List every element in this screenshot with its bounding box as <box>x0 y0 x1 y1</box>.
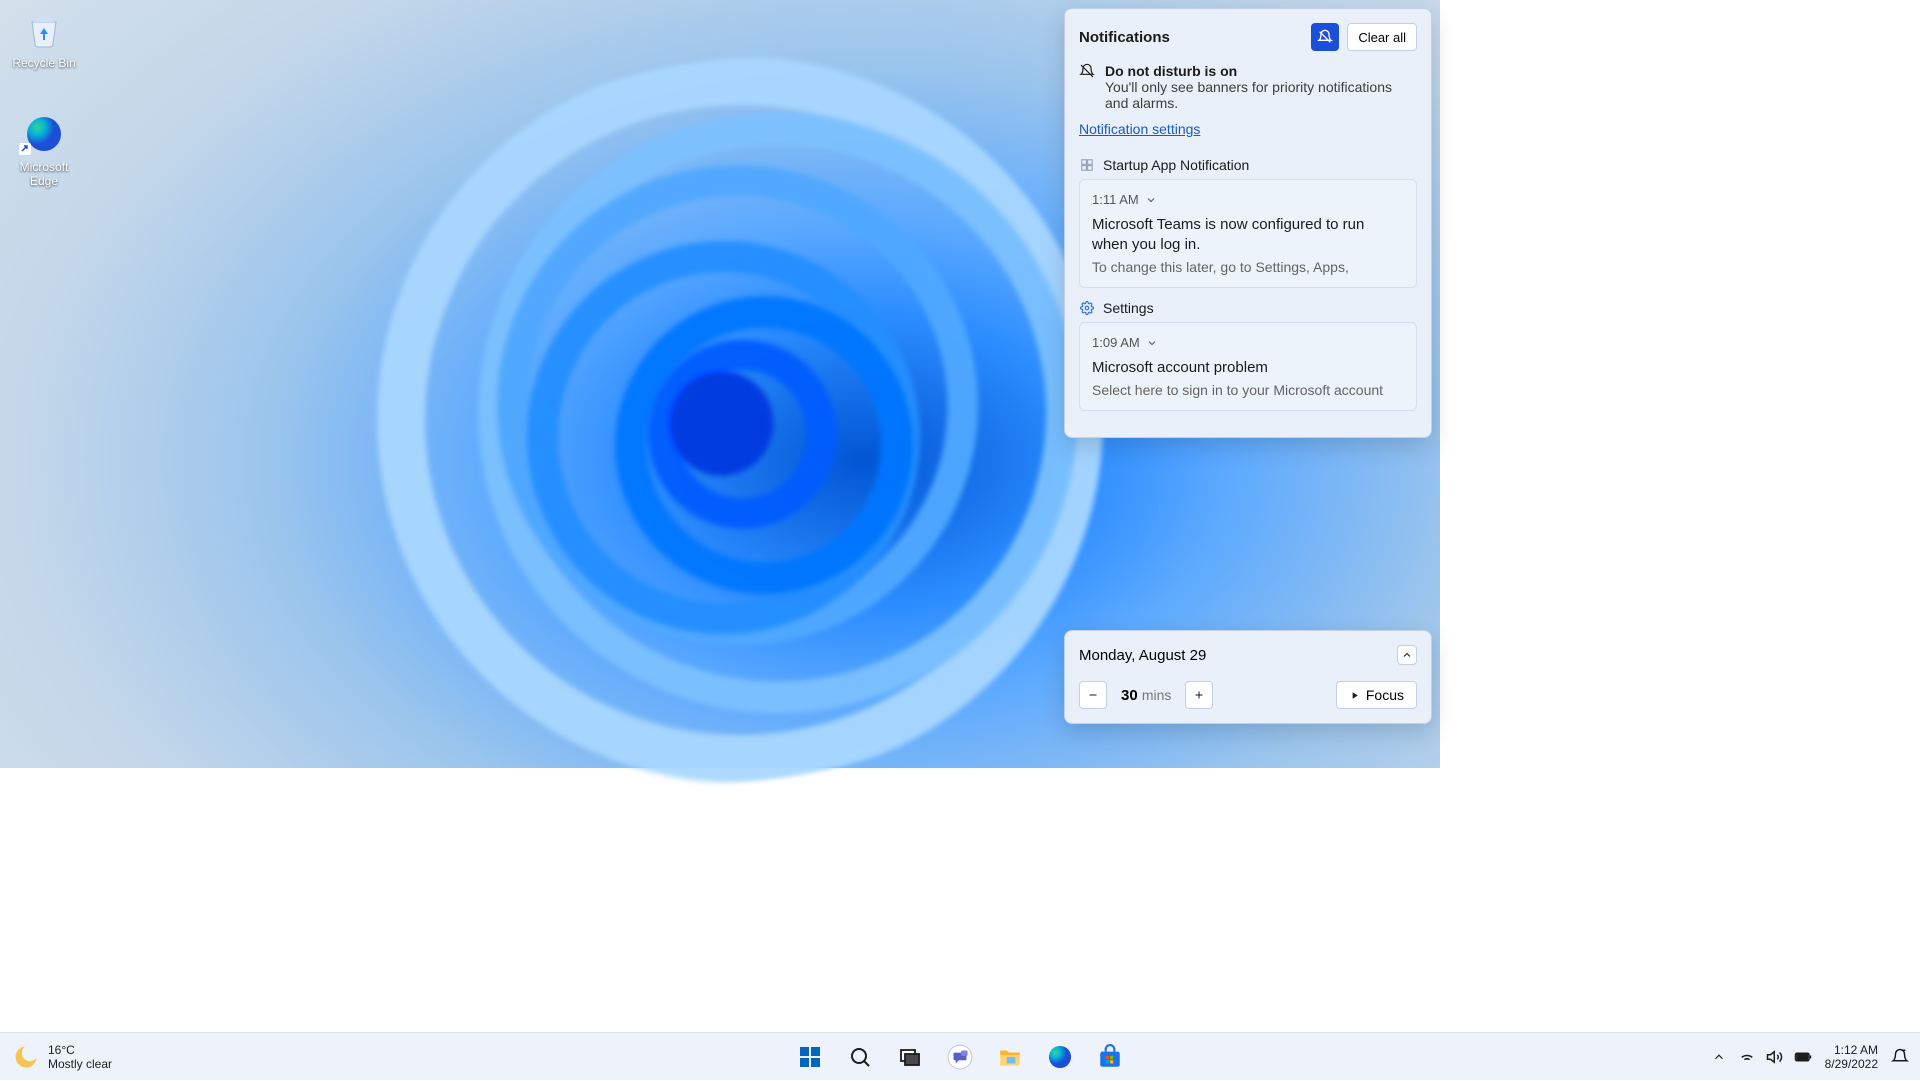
notification-card[interactable]: 1:11 AM Microsoft Teams is now configure… <box>1079 179 1417 288</box>
notification-time-row[interactable]: 1:11 AM <box>1092 192 1404 207</box>
tray-time: 1:12 AM <box>1825 1043 1878 1057</box>
edge-icon <box>1047 1044 1073 1070</box>
notification-bell-button[interactable] <box>1888 1045 1912 1069</box>
task-view-icon <box>898 1045 922 1069</box>
focus-button[interactable]: Focus <box>1336 681 1417 709</box>
notification-body: Select here to sign in to your Microsoft… <box>1092 382 1404 398</box>
file-explorer-button[interactable] <box>990 1037 1030 1077</box>
weather-condition: Mostly clear <box>48 1057 112 1071</box>
dnd-bell-icon <box>1079 63 1095 79</box>
notification-time: 1:11 AM <box>1092 192 1139 207</box>
chevron-up-icon <box>1712 1050 1726 1064</box>
chevron-down-icon <box>1146 337 1158 349</box>
dnd-toggle[interactable] <box>1311 23 1339 51</box>
speaker-icon <box>1766 1048 1784 1066</box>
system-tray: 1:12 AM 8/29/2022 <box>1707 1033 1912 1081</box>
windows-icon <box>798 1045 822 1069</box>
notification-title: Microsoft Teams is now configured to run… <box>1092 215 1404 255</box>
notification-settings-link[interactable]: Notification settings <box>1079 121 1200 137</box>
tray-date: 8/29/2022 <box>1825 1057 1878 1071</box>
calendar-expand-button[interactable] <box>1397 645 1417 665</box>
chevron-up-icon <box>1401 649 1413 661</box>
focus-duration: 30 mins <box>1121 687 1171 704</box>
taskbar: 16°C Mostly clear <box>0 1032 1920 1080</box>
search-icon <box>848 1045 872 1069</box>
search-button[interactable] <box>840 1037 880 1077</box>
chat-icon <box>947 1044 973 1070</box>
notification-group-header[interactable]: Settings <box>1079 300 1417 316</box>
store-button[interactable] <box>1090 1037 1130 1077</box>
play-icon <box>1349 690 1360 701</box>
minus-icon <box>1087 689 1099 701</box>
notification-group-header[interactable]: Startup App Notification <box>1079 157 1417 173</box>
notification-title: Microsoft account problem <box>1092 358 1404 378</box>
focus-decrease-button[interactable] <box>1079 681 1107 709</box>
bell-dnd-icon <box>1891 1048 1909 1066</box>
folder-icon <box>997 1044 1023 1070</box>
start-button[interactable] <box>790 1037 830 1077</box>
edge-icon <box>22 112 66 156</box>
notification-center: Notifications Clear all Do not disturb i… <box>1064 8 1432 438</box>
notification-group-app: Settings <box>1103 300 1154 316</box>
wifi-icon <box>1738 1048 1756 1066</box>
tray-overflow-button[interactable] <box>1707 1045 1731 1069</box>
desktop[interactable]: Recycle Bin Microsoft Edge Notifications… <box>0 0 1440 768</box>
volume-button[interactable] <box>1763 1045 1787 1069</box>
store-icon <box>1097 1044 1123 1070</box>
edge-button[interactable] <box>1040 1037 1080 1077</box>
desktop-icon-label: Recycle Bin <box>12 56 75 70</box>
calendar-panel: Monday, August 29 30 mins Focus <box>1064 630 1432 724</box>
startup-app-icon <box>1079 157 1095 173</box>
clock-button[interactable]: 1:12 AM 8/29/2022 <box>1819 1043 1884 1071</box>
battery-button[interactable] <box>1791 1045 1815 1069</box>
dnd-title: Do not disturb is on <box>1105 63 1417 79</box>
battery-icon <box>1793 1048 1813 1066</box>
notification-card[interactable]: 1:09 AM Microsoft account problem Select… <box>1079 322 1417 411</box>
weather-temp: 16°C <box>48 1043 112 1057</box>
wifi-button[interactable] <box>1735 1045 1759 1069</box>
plus-icon <box>1193 689 1205 701</box>
dnd-body: You'll only see banners for priority not… <box>1105 79 1417 111</box>
desktop-icon-label: Microsoft Edge <box>20 160 69 188</box>
notification-time-row[interactable]: 1:09 AM <box>1092 335 1404 350</box>
weather-moon-icon <box>12 1043 40 1071</box>
desktop-icon-recycle-bin[interactable]: Recycle Bin <box>6 8 82 70</box>
calendar-date[interactable]: Monday, August 29 <box>1079 647 1206 664</box>
notification-time: 1:09 AM <box>1092 335 1140 350</box>
focus-increase-button[interactable] <box>1185 681 1213 709</box>
notification-body: To change this later, go to Settings, Ap… <box>1092 259 1404 275</box>
weather-widget[interactable]: 16°C Mostly clear <box>12 1033 112 1081</box>
clear-all-button[interactable]: Clear all <box>1347 23 1417 51</box>
taskbar-center <box>790 1037 1130 1077</box>
settings-icon <box>1079 300 1095 316</box>
desktop-icon-edge[interactable]: Microsoft Edge <box>6 112 82 188</box>
notification-group-app: Startup App Notification <box>1103 157 1249 173</box>
notifications-title: Notifications <box>1079 29 1170 46</box>
chat-button[interactable] <box>940 1037 980 1077</box>
chevron-down-icon <box>1145 194 1157 206</box>
recycle-bin-icon <box>22 8 66 52</box>
task-view-button[interactable] <box>890 1037 930 1077</box>
